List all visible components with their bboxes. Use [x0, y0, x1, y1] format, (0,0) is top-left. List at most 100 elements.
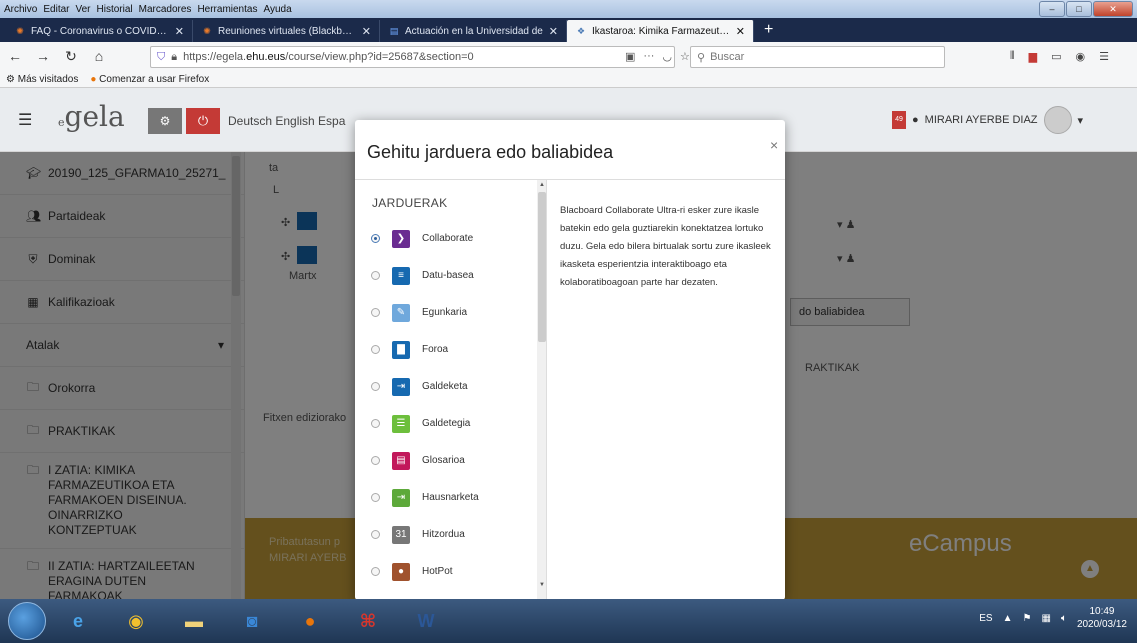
shield-icon[interactable]: ⛉	[157, 51, 165, 64]
menu-item[interactable]: Historial	[97, 4, 133, 15]
settings-gear-icon[interactable]: ⚙	[148, 108, 182, 134]
activity-item[interactable]: ❯ Collaborate	[355, 220, 537, 257]
activity-description: Blacboard Collaborate Ultra-ri esker zur…	[560, 205, 771, 288]
ie-icon[interactable]: e	[52, 602, 104, 640]
radio-button[interactable]	[371, 530, 380, 539]
acrobat-icon[interactable]: ⌘	[342, 602, 394, 640]
bookmark-getting-started[interactable]: ● Comenzar a usar Firefox	[90, 74, 209, 85]
user-menu[interactable]: 49 ● MIRARI AYERBE DIAZ ▾	[892, 106, 1083, 134]
tab-ikastaroa[interactable]: ❖ Ikastaroa: Kimika Farmazeutiko ✕	[567, 20, 754, 42]
maximize-button[interactable]: □	[1066, 1, 1092, 17]
tab-reuniones[interactable]: ✺ Reuniones virtuales (Blackboard ✕	[193, 20, 380, 42]
start-button[interactable]	[8, 602, 46, 640]
explorer-icon[interactable]: ▬	[168, 602, 220, 640]
radio-button[interactable]	[371, 234, 380, 243]
radio-button[interactable]	[371, 271, 380, 280]
library-icon[interactable]: ⫴	[1010, 50, 1015, 63]
close-tab-icon[interactable]: ✕	[549, 25, 558, 38]
activity-item[interactable]: ▤ Glosarioa	[355, 442, 537, 479]
radio-button[interactable]	[371, 493, 380, 502]
collaborate-icon: ✺	[203, 25, 211, 36]
radio-button[interactable]	[371, 345, 380, 354]
url-bar[interactable]: ⛉ 🔒︎ https://egela.ehu.eus/course/view.p…	[150, 46, 675, 68]
activity-item[interactable]: 31 Hitzordua	[355, 516, 537, 553]
menu-item[interactable]: Marcadores	[139, 4, 192, 15]
reload-icon[interactable]: ↻	[62, 48, 80, 65]
hotpot-icon: ●	[392, 562, 410, 581]
list-scrollbar[interactable]: ▲ ▼	[537, 180, 546, 600]
menu-item[interactable]: Ayuda	[263, 4, 291, 15]
close-window-button[interactable]: ✕	[1093, 1, 1133, 17]
tab-title: FAQ - Coronavirus o COVID-19	[31, 25, 170, 37]
search-placeholder: Buscar	[710, 51, 745, 63]
avatar[interactable]	[1043, 106, 1072, 134]
extension-icon[interactable]: ◉	[1076, 50, 1086, 63]
minimize-button[interactable]: –	[1039, 1, 1065, 17]
notification-badge[interactable]: 49	[892, 111, 906, 129]
collaborate-icon: ✺	[16, 25, 24, 36]
close-tab-icon[interactable]: ✕	[736, 25, 745, 38]
search-icon: ⚲	[697, 51, 706, 64]
menu-icon[interactable]: ☰	[1099, 50, 1109, 63]
home-icon[interactable]: ⌂	[90, 48, 108, 64]
firefox-icon[interactable]: ●	[284, 602, 336, 640]
activity-item[interactable]: ≡ Datu-basea	[355, 257, 537, 294]
reader-view-icon[interactable]: ▣	[625, 50, 635, 63]
activity-item[interactable]: ▇ Foroa	[355, 331, 537, 368]
back-arrow-icon[interactable]: ←	[6, 48, 24, 64]
bookmark-most-visited[interactable]: ⚙ Más visitados	[6, 74, 78, 85]
activity-item[interactable]: ⇥ Galdeketa	[355, 368, 537, 405]
menu-item[interactable]: Ver	[75, 4, 90, 15]
pocket-icon[interactable]: ◡	[662, 50, 672, 63]
lock-icon[interactable]: 🔒︎	[171, 51, 177, 64]
clock[interactable]: 10:49 2020/03/12	[1077, 605, 1127, 631]
volume-icon[interactable]: 🔈︎	[1061, 613, 1067, 624]
close-tab-icon[interactable]: ✕	[175, 25, 184, 38]
search-input[interactable]: ⚲ Buscar	[690, 46, 945, 68]
new-tab-button[interactable]: +	[754, 20, 783, 42]
power-icon[interactable]: ⏻	[186, 108, 220, 134]
hamburger-menu-icon[interactable]: ☰	[18, 110, 32, 130]
tab-faq[interactable]: ✺ FAQ - Coronavirus o COVID-19 ✕	[6, 20, 193, 42]
activity-items: ❯ Collaborate ≡ Datu-basea ✎ Egunkaria ▇ Foroa ⇥…	[355, 220, 537, 600]
word-icon[interactable]: W	[400, 602, 452, 640]
flag-icon[interactable]: ⚑	[1023, 613, 1032, 624]
database-icon: ≡	[392, 266, 410, 285]
egela-logo[interactable]: egela	[58, 100, 132, 140]
menu-item[interactable]: Editar	[43, 4, 69, 15]
radio-button[interactable]	[371, 308, 380, 317]
radio-button[interactable]	[371, 567, 380, 576]
windows-taskbar: e ◉ ▬ ◙ ● ⌘ W ES ▲ ⚑ ▦ 🔈︎ 10:49 2020/03/…	[0, 599, 1137, 643]
chevron-down-icon[interactable]: ▾	[1078, 114, 1084, 127]
bookmark-star-icon[interactable]: ☆	[680, 50, 690, 63]
network-icon[interactable]: ▦	[1041, 613, 1050, 624]
menu-item[interactable]: Archivo	[4, 4, 37, 15]
activity-item[interactable]: ✎ Egunkaria	[355, 294, 537, 331]
chrome-icon[interactable]: ◉	[110, 602, 162, 640]
document-icon: ▤	[389, 25, 399, 36]
more-actions-icon[interactable]: ···	[643, 50, 654, 63]
browser-toolbar: ← → ↻ ⌂ ⛉ 🔒︎ https://egela.ehu.eus/cours…	[0, 42, 1137, 88]
radio-button[interactable]	[371, 456, 380, 465]
activity-label: Collaborate	[422, 233, 474, 244]
close-tab-icon[interactable]: ✕	[362, 25, 371, 38]
tab-actuacion[interactable]: ▤ Actuación en la Universidad de ✕	[380, 20, 567, 42]
radio-button[interactable]	[371, 382, 380, 391]
language-indicator[interactable]: ES	[979, 613, 992, 624]
tray-expand-icon[interactable]: ▲	[1003, 613, 1013, 624]
language-selector[interactable]: Deutsch English Espa	[228, 114, 345, 128]
activity-item[interactable]: ⇥ Hausnarketa	[355, 479, 537, 516]
forward-arrow-icon[interactable]: →	[34, 48, 52, 64]
addon-icon[interactable]: ▆	[1029, 50, 1037, 63]
activity-item[interactable]: ☰ Galdetegia	[355, 405, 537, 442]
menu-item[interactable]: Herramientas	[197, 4, 257, 15]
close-icon[interactable]: ×	[770, 137, 778, 153]
radio-button[interactable]	[371, 419, 380, 428]
system-tray: ES ▲ ⚑ ▦ 🔈︎ 10:49 2020/03/12	[979, 605, 1127, 631]
chat-bubble-icon[interactable]: ●	[912, 114, 919, 126]
activity-label: Datu-basea	[422, 270, 474, 281]
activity-item[interactable]: ● HotPot	[355, 553, 537, 590]
outlook-icon[interactable]: ◙	[226, 602, 278, 640]
glossary-icon: ▤	[392, 451, 410, 470]
sidebar-toggle-icon[interactable]: ▭	[1051, 50, 1061, 63]
